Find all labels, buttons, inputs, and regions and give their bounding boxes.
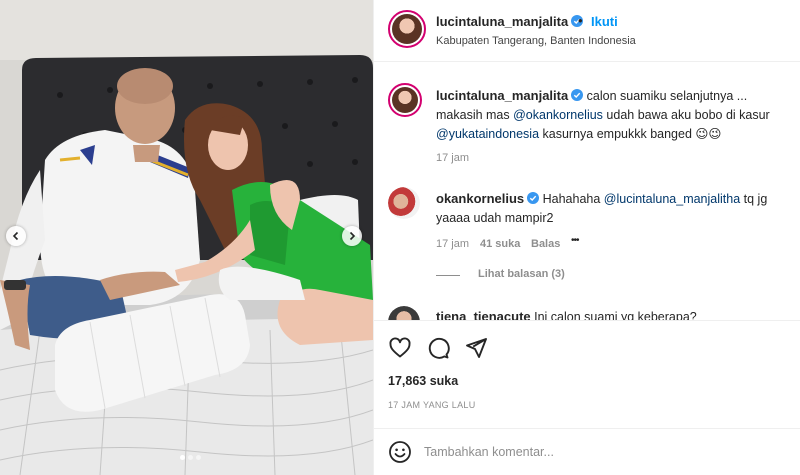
header-separator: • [578,13,583,28]
comment-likes[interactable]: 41 suka [480,238,520,250]
caption-emojis: 😉😉 [695,127,722,141]
comment-icon[interactable] [426,336,450,360]
comment-more-options-icon[interactable]: ••• [571,235,579,246]
comment-item: tiena_tienacute Ini calon suami yg keber… [436,307,786,320]
comment-avatar[interactable] [388,306,420,320]
likes-count[interactable]: 17,863 suka [388,374,458,388]
add-comment-bar [374,428,800,475]
comment-username[interactable]: tiena_tienacute [436,309,531,320]
post-actions: 17,863 suka 17 JAM YANG LALU [374,320,800,428]
comment-text: Hahahaha [539,192,604,206]
chevron-left-icon [12,231,19,241]
heart-icon[interactable] [388,336,412,360]
caption-text: udah bawa aku bobo di kasur [602,108,770,122]
post-header: lucintaluna_manjalita • Ikuti Kabupaten … [374,0,800,62]
post-location[interactable]: Kabupaten Tangerang, Banten Indonesia [436,35,636,47]
comments-list[interactable]: lucintaluna_manjalita calon suamiku sela… [374,62,800,320]
chevron-right-icon [349,231,356,241]
view-replies-button[interactable]: Lihat balasan (3) [478,268,565,280]
caption-mention[interactable]: @yukataindonesia [436,127,539,141]
post-caption: lucintaluna_manjalita calon suamiku sela… [436,86,786,144]
comment-username[interactable]: okankornelius [436,191,524,206]
carousel-dot [188,455,193,460]
carousel-prev-button[interactable] [6,226,26,246]
verified-badge-icon [527,192,540,204]
post-media[interactable] [0,0,373,475]
post-photo [0,0,373,475]
comment-text: Ini calon suami yg keberapa? [530,310,697,320]
carousel-dots [180,455,201,460]
carousel-dot [180,455,185,460]
author-avatar[interactable] [388,10,426,48]
comment-mention[interactable]: @lucintaluna_manjalitha [604,192,740,206]
instagram-post: lucintaluna_manjalita • Ikuti Kabupaten … [0,0,800,475]
comment-avatar[interactable] [388,187,420,219]
comment-age[interactable]: 17 jam [436,238,469,250]
comment-reply-button[interactable]: Balas [531,238,560,250]
caption-age[interactable]: 17 jam [436,152,469,164]
carousel-next-button[interactable] [342,226,362,246]
follow-button[interactable]: Ikuti [591,14,618,29]
comment-input[interactable] [424,441,724,463]
verified-badge-icon [571,89,584,101]
emoji-icon[interactable] [388,440,412,464]
caption-author-avatar[interactable] [388,83,422,117]
post-side-panel: lucintaluna_manjalita • Ikuti Kabupaten … [373,0,800,475]
caption-username[interactable]: lucintaluna_manjalita [436,88,568,103]
replies-divider [436,275,460,276]
share-icon[interactable] [464,336,488,360]
post-timestamp[interactable]: 17 JAM YANG LALU [388,400,476,410]
caption-text: kasurnya empukkk banged [539,127,696,141]
caption-mention[interactable]: @okankornelius [513,108,603,122]
comment-item: okankornelius Hahahaha @lucintaluna_manj… [436,189,786,228]
author-username[interactable]: lucintaluna_manjalita [436,14,568,29]
carousel-dot [196,455,201,460]
